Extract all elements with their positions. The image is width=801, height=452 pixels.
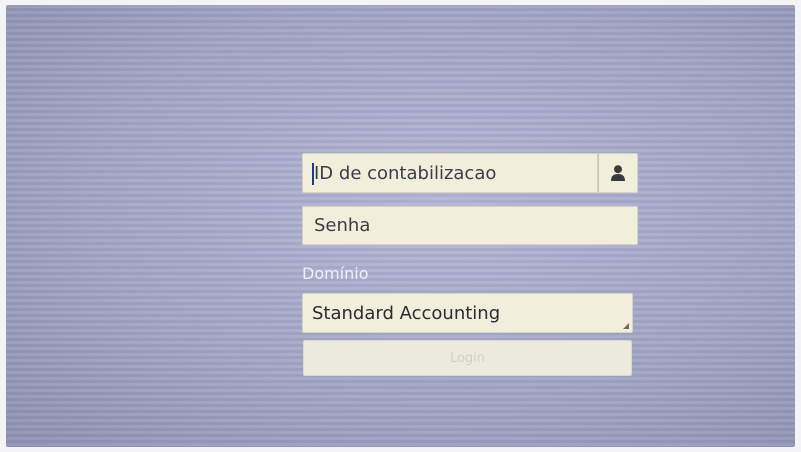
user-icon [611, 165, 625, 181]
text-cursor [312, 163, 314, 185]
login-screen: ID de contabilizacao Senha Domínio Stand… [6, 5, 795, 447]
photo-frame: ID de contabilizacao Senha Domínio Stand… [0, 0, 801, 452]
domain-label: Domínio [302, 264, 369, 283]
account-id-input[interactable]: ID de contabilizacao [302, 153, 598, 193]
login-button[interactable]: Login [303, 340, 632, 376]
dropdown-corner-icon [623, 323, 629, 329]
login-button-label: Login [449, 350, 486, 366]
user-lookup-button[interactable] [598, 153, 638, 193]
password-placeholder: Senha [314, 215, 371, 236]
domain-select[interactable]: Standard Accounting [302, 293, 633, 333]
domain-selected-value: Standard Accounting [312, 302, 501, 324]
account-id-placeholder: ID de contabilizacao [314, 162, 497, 184]
password-input[interactable]: Senha [302, 206, 638, 245]
